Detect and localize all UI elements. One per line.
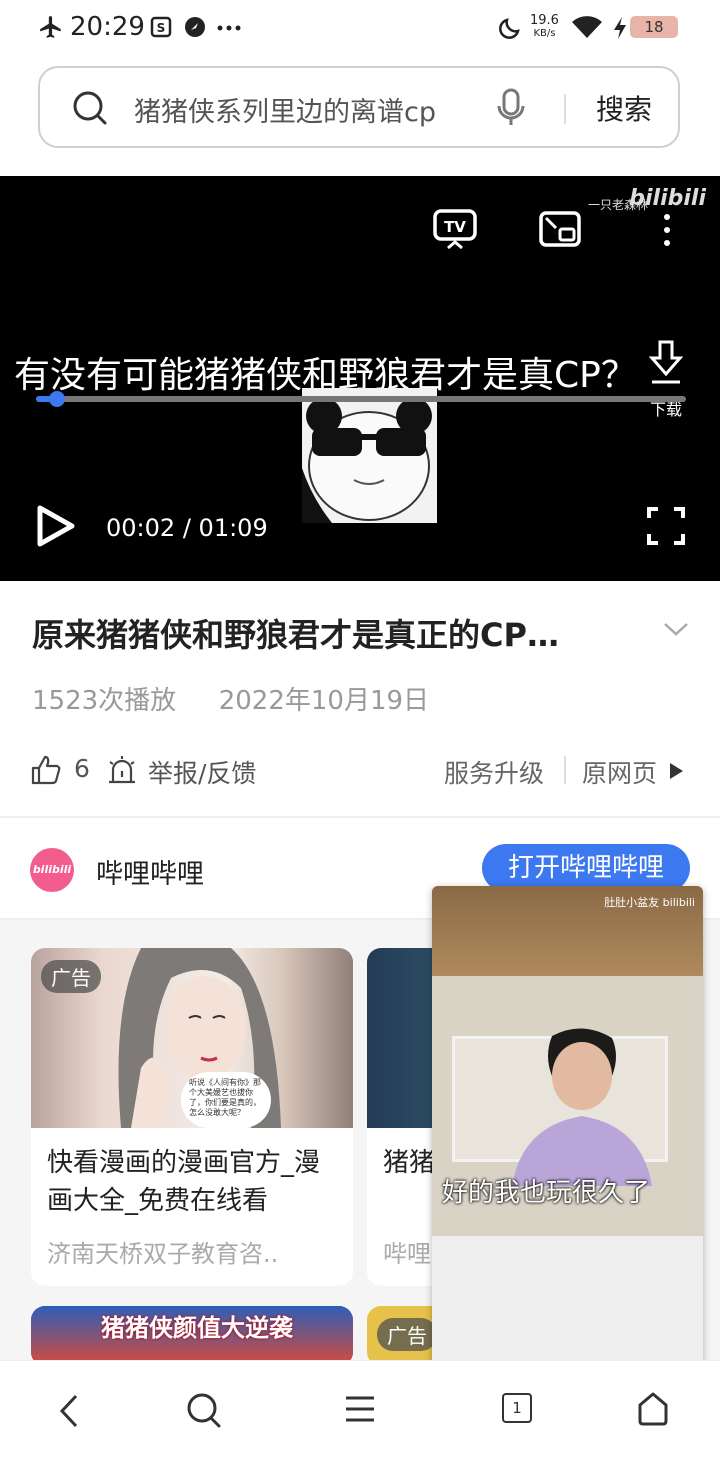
publish-date: 2022年10月19日: [218, 686, 430, 716]
svg-text:S: S: [157, 21, 166, 35]
ad-badge: 广告: [41, 960, 101, 993]
menu-icon[interactable]: [344, 1391, 376, 1427]
comic-speech-bubble: 听说《人间有你》那个大美媛艺也拔你了，你们要是真的，怎么没敢大呢？: [181, 1072, 271, 1128]
download-icon[interactable]: [646, 338, 686, 388]
ad-card[interactable]: 听说《人间有你》那个大美媛艺也拔你了，你们要是真的，怎么没敢大呢？ 广告 快看漫…: [31, 948, 353, 1286]
tab-count: 1: [512, 1399, 522, 1417]
person-figure: [512, 1026, 652, 1186]
video-card[interactable]: 猪猪侠颜值大逆袭: [31, 1306, 353, 1366]
floating-video-window[interactable]: 肚肚小盆友 bilibili 好的我也玩很久了 好那些还给你呢: [432, 886, 703, 1366]
moon-icon: [499, 18, 520, 39]
cast-tv-icon[interactable]: TV: [432, 208, 478, 250]
video-meta: 1523次播放 2022年10月19日: [32, 680, 429, 717]
service-upgrade-link[interactable]: 服务升级: [444, 754, 544, 790]
back-icon[interactable]: [56, 1391, 82, 1431]
net-speed-unit: KB/s: [533, 28, 556, 39]
duration: 01:09: [198, 514, 268, 542]
fullscreen-icon[interactable]: [646, 506, 686, 546]
status-time: 20:29: [70, 12, 145, 42]
microphone-icon[interactable]: [496, 88, 526, 128]
charging-icon: [614, 17, 626, 39]
bilibili-logo-icon[interactable]: bilibili: [30, 848, 74, 892]
video-progress-track[interactable]: [36, 396, 686, 402]
open-app-button[interactable]: 打开哔哩哔哩: [482, 844, 690, 892]
float-subtitle: 好的我也玩很久了: [442, 1178, 651, 1208]
airplane-icon: [40, 16, 61, 38]
time-separator: /: [182, 514, 191, 542]
report-feedback-link[interactable]: 举报/反馈: [148, 754, 256, 790]
panda-meme-image: [302, 388, 437, 523]
float-subtitle-secondary: 好那些还给你呢: [510, 1334, 623, 1353]
battery-level: 18: [644, 18, 664, 36]
divider: [0, 816, 720, 818]
search-bar[interactable]: 猪猪侠系列里边的离谱cp 搜索: [38, 66, 680, 148]
bottom-navigation: 1: [0, 1360, 720, 1461]
wifi-icon: [572, 16, 602, 38]
search-icon[interactable]: [72, 90, 108, 126]
action-divider: [564, 756, 566, 784]
card-source: 哔哩: [383, 1240, 431, 1268]
screenshot-app-icon: S: [150, 16, 172, 38]
battery-icon: 18: [630, 16, 678, 38]
video-time: 00:02 / 01:09: [106, 514, 268, 542]
play-icon[interactable]: [34, 504, 76, 548]
home-icon[interactable]: [636, 1391, 670, 1427]
play-count: 1523次播放: [32, 686, 177, 716]
net-speed: 19.6 KB/s: [530, 14, 559, 40]
svg-text:TV: TV: [444, 218, 466, 236]
thumbs-up-icon[interactable]: [30, 754, 62, 786]
more-dots-icon: [217, 25, 241, 31]
original-page-link[interactable]: 原网页: [582, 754, 657, 790]
video-brand-logo: bilibili: [629, 186, 706, 211]
thumbnail-banner-text: 猪猪侠颜值大逆袭: [101, 1314, 293, 1342]
more-vertical-icon[interactable]: [662, 212, 672, 248]
like-count[interactable]: 6: [74, 754, 90, 783]
picture-in-picture-icon[interactable]: [538, 210, 582, 248]
net-speed-value: 19.6: [530, 13, 559, 28]
action-bar: 6 举报/反馈 服务升级 原网页: [0, 746, 720, 796]
card-title[interactable]: 快看漫画的漫画官方_漫画大全_免费在线看: [47, 1144, 337, 1220]
video-title: 原来猪猪侠和野狼君才是真正的CP…: [32, 616, 559, 654]
search-button[interactable]: 搜索: [596, 88, 652, 128]
play-triangle-icon[interactable]: [668, 762, 684, 780]
ad-badge: 广告: [377, 1318, 437, 1351]
status-bar: 20:29 S 19.6 KB/s 18: [0, 0, 720, 56]
card-source: 济南天桥双子教育咨..: [47, 1240, 279, 1268]
float-brand: 肚肚小盆友 bilibili: [604, 896, 695, 909]
app-icon: [185, 17, 205, 37]
search-divider: [564, 94, 566, 124]
search-icon[interactable]: [186, 1391, 222, 1429]
chevron-down-icon[interactable]: [662, 620, 690, 638]
source-name[interactable]: 哔哩哔哩: [96, 852, 204, 891]
search-input[interactable]: 猪猪侠系列里边的离谱cp: [134, 90, 436, 129]
video-player[interactable]: 一只老森林 bilibili TV 有没有可能猪猪侠和野狼君才是真CP？ 下载 …: [0, 176, 720, 581]
tabs-icon[interactable]: 1: [502, 1393, 532, 1423]
current-time: 00:02: [106, 514, 176, 542]
report-alarm-icon[interactable]: [106, 754, 138, 786]
